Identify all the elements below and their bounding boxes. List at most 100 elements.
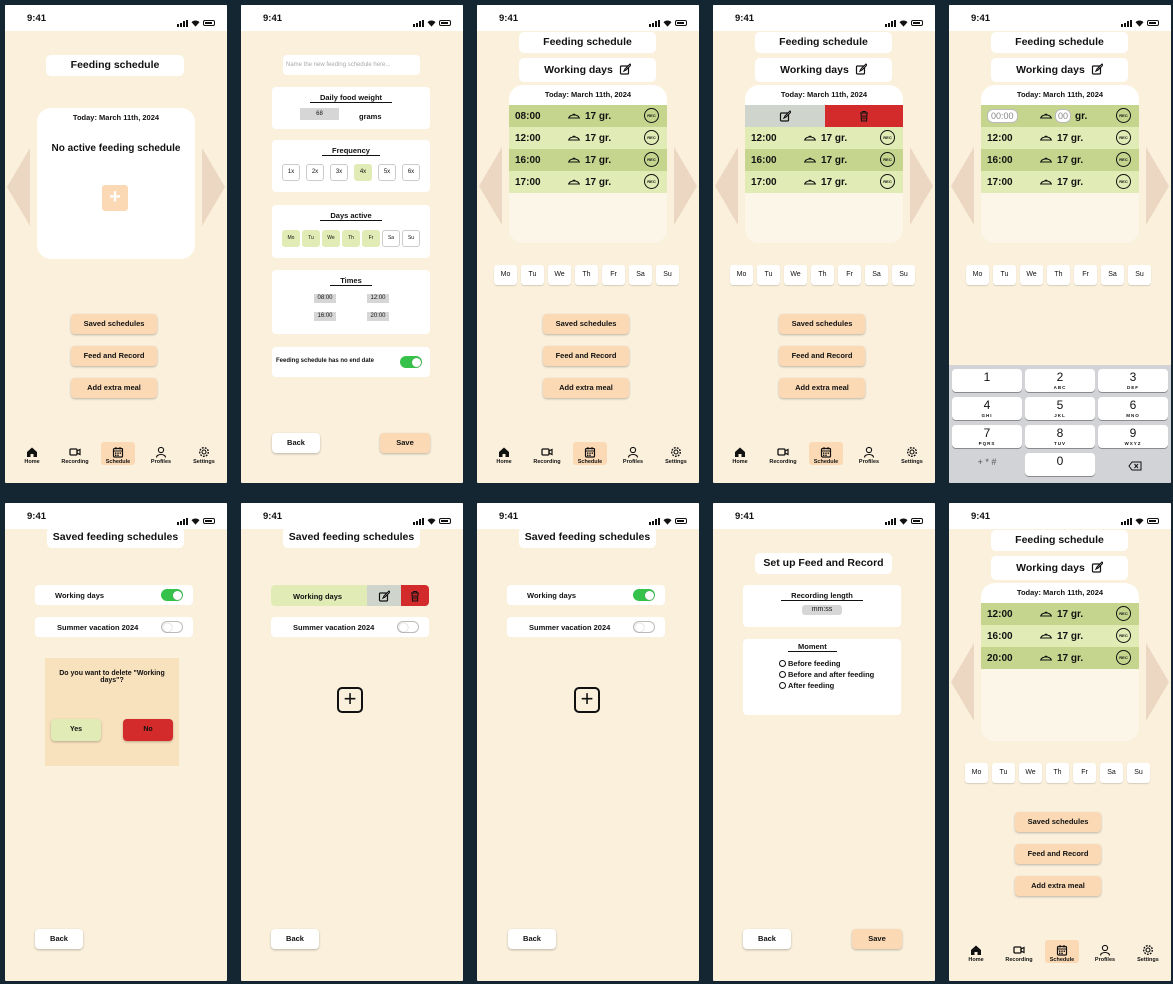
- weekday-button[interactable]: Sa: [865, 265, 888, 285]
- saved-schedule-item[interactable]: Working days: [507, 585, 665, 605]
- edit-schedule-button[interactable]: [367, 585, 401, 606]
- no-button[interactable]: No: [123, 719, 173, 741]
- no-end-date-toggle[interactable]: [400, 356, 422, 368]
- keypad-key[interactable]: 4 GHI: [952, 397, 1022, 420]
- nav-settings[interactable]: Settings: [659, 442, 693, 465]
- weekday-button[interactable]: We: [548, 265, 571, 285]
- weekday-button[interactable]: Fr: [602, 265, 625, 285]
- keypad-key[interactable]: 1: [952, 369, 1022, 392]
- nav-schedule[interactable]: Schedule: [809, 442, 843, 465]
- saved-schedule-item[interactable]: Working days: [271, 585, 429, 606]
- rec-icon[interactable]: REC: [644, 174, 659, 189]
- previous-day-arrow[interactable]: [479, 147, 502, 225]
- feeding-row[interactable]: [745, 105, 903, 127]
- add-extra-meal-button[interactable]: Add extra meal: [779, 378, 865, 398]
- add-extra-meal-button[interactable]: Add extra meal: [71, 378, 157, 398]
- nav-profiles[interactable]: Profiles: [1088, 940, 1122, 963]
- day-toggle[interactable]: We: [322, 230, 340, 247]
- nav-settings[interactable]: Settings: [1131, 940, 1165, 963]
- weekday-button[interactable]: Sa: [629, 265, 652, 285]
- weekday-button[interactable]: Th: [1047, 265, 1070, 285]
- time-input[interactable]: 08:00: [314, 294, 336, 303]
- schedule-name[interactable]: Working days: [519, 58, 656, 82]
- nav-settings[interactable]: Settings: [895, 442, 929, 465]
- feeding-row[interactable]: 17:00 17 gr. REC: [509, 171, 667, 193]
- weekday-button[interactable]: Su: [892, 265, 915, 285]
- schedule-toggle[interactable]: [161, 589, 183, 601]
- feeding-row[interactable]: 00:00 00 gr. REC: [981, 105, 1139, 127]
- rec-icon[interactable]: REC: [1116, 606, 1131, 621]
- day-toggle[interactable]: Su: [402, 230, 420, 247]
- rec-icon[interactable]: REC: [1116, 108, 1131, 123]
- weekday-button[interactable]: Th: [575, 265, 598, 285]
- nav-recording[interactable]: Recording: [58, 442, 92, 465]
- moment-option[interactable]: Before feeding: [779, 659, 841, 668]
- schedule-name[interactable]: Working days: [991, 556, 1128, 580]
- weekday-button[interactable]: Sa: [1101, 265, 1124, 285]
- nav-settings[interactable]: Settings: [187, 442, 221, 465]
- keypad-key[interactable]: + * #: [952, 453, 1022, 476]
- back-button[interactable]: Back: [271, 929, 319, 949]
- keypad-key[interactable]: 8 TUV: [1025, 425, 1095, 448]
- schedule-toggle[interactable]: [633, 621, 655, 633]
- schedule-toggle[interactable]: [633, 589, 655, 601]
- frequency-option[interactable]: 2x: [306, 164, 324, 181]
- weekday-button[interactable]: Su: [1127, 763, 1150, 783]
- feeding-row[interactable]: 08:00 17 gr. REC: [509, 105, 667, 127]
- weekday-button[interactable]: Tu: [992, 763, 1015, 783]
- frequency-option[interactable]: 5x: [378, 164, 396, 181]
- nav-home[interactable]: Home: [723, 442, 757, 465]
- radio-button[interactable]: [779, 660, 786, 667]
- schedule-name-input[interactable]: Name the new feeding schedule here...: [283, 55, 420, 75]
- yes-button[interactable]: Yes: [51, 719, 101, 741]
- weekday-button[interactable]: Tu: [757, 265, 780, 285]
- schedule-toggle[interactable]: [397, 621, 419, 633]
- frequency-option[interactable]: 4x: [354, 164, 372, 181]
- keypad-key[interactable]: 9 WXYZ: [1098, 425, 1168, 448]
- nav-profiles[interactable]: Profiles: [616, 442, 650, 465]
- feeding-row[interactable]: 17:00 17 gr. REC: [745, 171, 903, 193]
- moment-option[interactable]: After feeding: [779, 681, 834, 690]
- time-input[interactable]: 20:00: [367, 312, 389, 321]
- edit-row-button[interactable]: [745, 105, 825, 127]
- weekday-button[interactable]: We: [784, 265, 807, 285]
- feeding-row[interactable]: 16:00 17 gr. REC: [509, 149, 667, 171]
- nav-home[interactable]: Home: [15, 442, 49, 465]
- rec-icon[interactable]: REC: [1116, 174, 1131, 189]
- rec-icon[interactable]: REC: [1116, 130, 1131, 145]
- back-button[interactable]: Back: [35, 929, 83, 949]
- time-input[interactable]: 12:00: [367, 294, 389, 303]
- saved-schedules-button[interactable]: Saved schedules: [71, 314, 157, 334]
- back-button[interactable]: Back: [272, 433, 320, 453]
- rec-icon[interactable]: REC: [644, 130, 659, 145]
- feeding-row[interactable]: 12:00 17 gr. REC: [745, 127, 903, 149]
- weight-input[interactable]: 68: [300, 108, 339, 120]
- next-day-arrow[interactable]: [910, 147, 933, 225]
- nav-home[interactable]: Home: [487, 442, 521, 465]
- feeding-row[interactable]: 12:00 17 gr. REC: [981, 127, 1139, 149]
- keypad-key[interactable]: 0: [1025, 453, 1095, 476]
- weekday-button[interactable]: Mo: [730, 265, 753, 285]
- saved-schedule-item[interactable]: Working days: [35, 585, 193, 605]
- keypad-key[interactable]: 2 ABC: [1025, 369, 1095, 392]
- time-input[interactable]: 00:00: [987, 109, 1018, 123]
- feed-and-record-button[interactable]: Feed and Record: [71, 346, 157, 366]
- feed-and-record-button[interactable]: Feed and Record: [1015, 844, 1101, 864]
- weekday-button[interactable]: Sa: [1100, 763, 1123, 783]
- day-toggle[interactable]: Sa: [382, 230, 400, 247]
- weekday-button[interactable]: Mo: [966, 265, 989, 285]
- next-day-arrow[interactable]: [202, 148, 225, 226]
- next-day-arrow[interactable]: [1146, 147, 1169, 225]
- save-button[interactable]: Save: [852, 929, 902, 949]
- weekday-button[interactable]: Mo: [965, 763, 988, 783]
- saved-schedules-button[interactable]: Saved schedules: [779, 314, 865, 334]
- weekday-button[interactable]: Fr: [1073, 763, 1096, 783]
- rec-icon[interactable]: REC: [1116, 650, 1131, 665]
- weekday-button[interactable]: Mo: [494, 265, 517, 285]
- feeding-row[interactable]: 16:00 17 gr. REC: [981, 149, 1139, 171]
- keypad-key[interactable]: 3 DEF: [1098, 369, 1168, 392]
- keypad-key[interactable]: 7 PQRS: [952, 425, 1022, 448]
- weekday-button[interactable]: Tu: [993, 265, 1016, 285]
- add-extra-meal-button[interactable]: Add extra meal: [1015, 876, 1101, 896]
- amount-input[interactable]: 00: [1055, 109, 1072, 123]
